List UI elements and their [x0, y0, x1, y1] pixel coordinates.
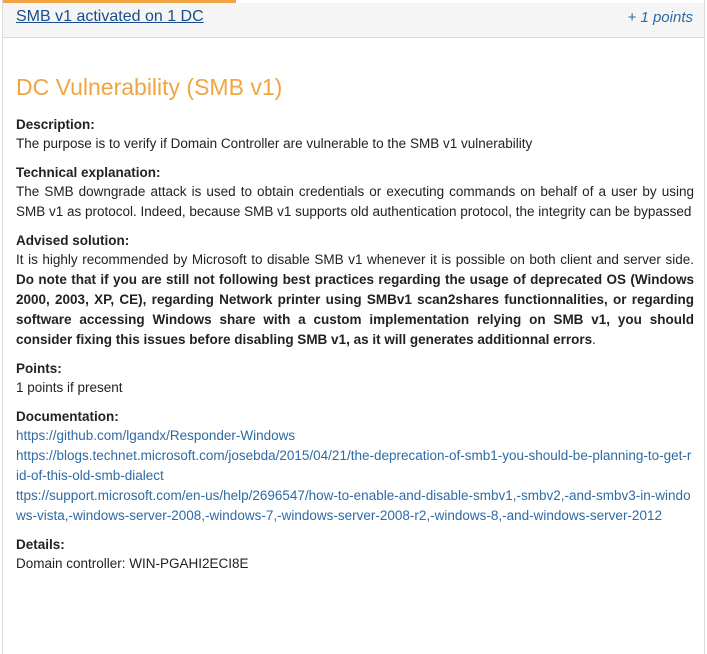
- points-section: Points: 1 points if present: [16, 359, 694, 398]
- advised-text-plain: It is highly recommended by Microsoft to…: [16, 252, 694, 267]
- technical-section: Technical explanation: The SMB downgrade…: [16, 163, 694, 222]
- rule-title: DC Vulnerability (SMB v1): [16, 74, 283, 100]
- points-label: Points:: [16, 361, 62, 376]
- doc-link-support[interactable]: ttps://support.microsoft.com/en-us/help/…: [16, 486, 694, 526]
- doc-link-technet[interactable]: https://blogs.technet.microsoft.com/jose…: [16, 446, 694, 486]
- points-text: 1 points if present: [16, 380, 123, 395]
- details-label: Details:: [16, 537, 65, 552]
- details-text: Domain controller: WIN-PGAHI2ECI8E: [16, 556, 249, 571]
- documentation-label: Documentation:: [16, 409, 119, 424]
- details-section: Details: Domain controller: WIN-PGAHI2EC…: [16, 535, 694, 574]
- advised-text: It is highly recommended by Microsoft to…: [16, 250, 694, 350]
- technical-text: The SMB downgrade attack is used to obta…: [16, 184, 694, 219]
- rule-body: DC Vulnerability (SMB v1) Description: T…: [16, 72, 694, 583]
- doc-link-responder[interactable]: https://github.com/lgandx/Responder-Wind…: [16, 426, 694, 446]
- rule-header[interactable]: SMB v1 activated on 1 DC + 1 points: [3, 3, 704, 38]
- advised-text-end: .: [592, 332, 596, 347]
- technical-label: Technical explanation:: [16, 165, 161, 180]
- advised-label: Advised solution:: [16, 233, 130, 248]
- documentation-section: Documentation: https://github.com/lgandx…: [16, 407, 694, 526]
- description-text: The purpose is to verify if Domain Contr…: [16, 136, 533, 151]
- rule-panel: SMB v1 activated on 1 DC + 1 points DC V…: [2, 0, 705, 654]
- advised-section: Advised solution: It is highly recommend…: [16, 231, 694, 350]
- description-section: Description: The purpose is to verify if…: [16, 115, 694, 154]
- rule-toggle-link[interactable]: SMB v1 activated on 1 DC: [16, 8, 204, 26]
- description-label: Description:: [16, 117, 95, 132]
- points-badge: + 1 points: [627, 9, 693, 26]
